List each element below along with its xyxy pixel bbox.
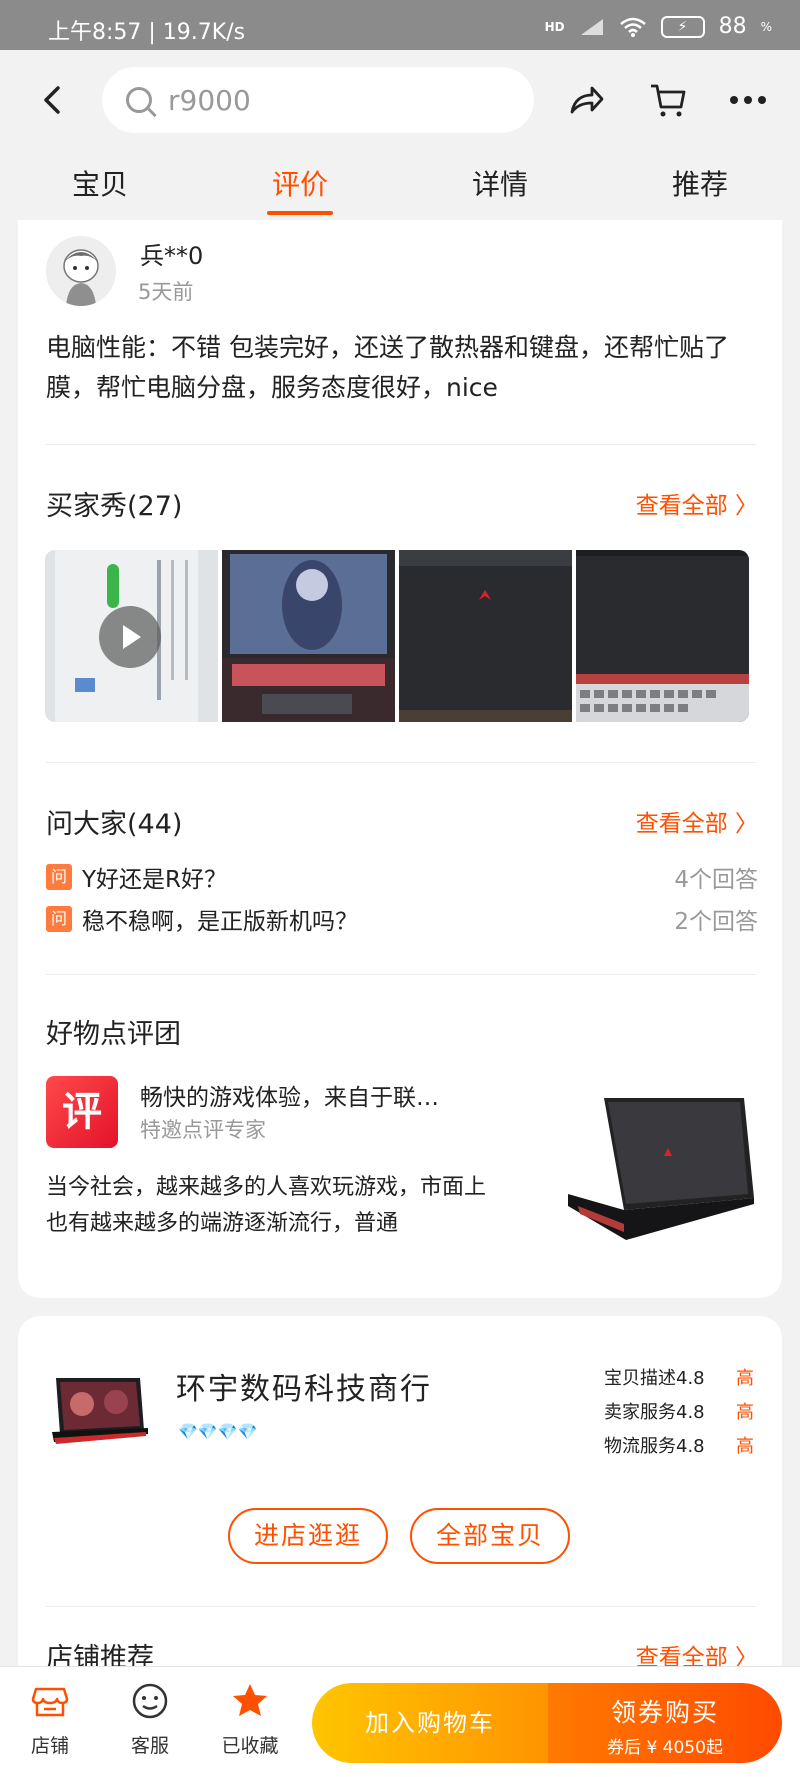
rating-label: 宝贝描述4.8 [604,1368,705,1389]
back-button[interactable] [40,80,70,120]
buyer-photo[interactable] [222,550,395,722]
buy-button-label: 领券购买 [610,1698,719,1727]
divider [46,762,756,763]
divider [46,1606,756,1607]
battery-icon: ⚡ [660,15,705,38]
rating-row: 宝贝描述4.8 高 [604,1362,754,1396]
buyer-photo[interactable] [399,550,572,722]
signal-icon [580,18,603,35]
tab-bar: 宝贝 评价 详情 推荐 [0,155,800,215]
store-button[interactable]: 店铺 [10,1681,90,1758]
rating-row: 卖家服务4.8 高 [604,1396,754,1430]
judges-title: 好物点评团 [46,1019,181,1050]
tab-reviews[interactable]: 评价 [200,155,400,215]
wifi-icon [619,17,646,37]
question-text: 稳不稳啊，是正版新机吗？ [82,909,358,935]
buy-button[interactable]: 领券购买 券后 ¥ 4050起 [548,1683,782,1763]
shop-logo[interactable] [48,1370,152,1450]
tab-details[interactable]: 详情 [400,155,600,215]
rating-level: 高 [736,1402,754,1423]
laptop-keyboard-photo [576,550,749,722]
star-icon [233,1684,267,1716]
status-indicators: HD ⚡ 88 % [545,14,772,39]
more-icon [730,96,766,104]
search-bar[interactable] [102,67,534,133]
review-time: 5天前 [138,280,194,304]
rating-row: 物流服务4.8 高 [604,1430,754,1464]
battery-level: 88 [718,14,747,39]
review-text[interactable]: 电脑性能：不错 包装完好，还送了散热器和键盘，还帮忙贴了膜，帮忙电脑分盘，服务态… [46,328,746,408]
service-label: 客服 [130,1735,169,1757]
rating-label: 物流服务4.8 [604,1436,705,1457]
laptop-screen-photo [222,550,395,722]
question-row[interactable]: 问 Y好还是R好？ 4个回答 [46,860,758,894]
buyer-show-see-all-link[interactable]: 查看全部 〉 [636,486,758,520]
status-bar: 上午8:57 | 19.7K/s HD ⚡ 88 % [0,0,800,50]
divider [46,974,756,975]
divider [46,444,756,445]
share-button[interactable] [566,80,606,120]
cart-button[interactable] [648,80,688,120]
reviews-card: 兵**0 5天前 电脑性能：不错 包装完好，还送了散热器和键盘，还帮忙贴了膜，帮… [18,220,782,1298]
avatar-icon [46,236,116,306]
search-input[interactable] [168,83,488,117]
cart-icon [651,84,686,117]
store-icon [31,1687,69,1717]
rating-label: 卖家服务4.8 [604,1402,705,1423]
share-icon [570,86,604,114]
rating-level: 高 [736,1368,754,1389]
shop-ratings: 宝贝描述4.8 高 卖家服务4.8 高 物流服务4.8 高 [604,1362,754,1464]
question-badge-icon: 问 [46,864,72,890]
rating-level: 高 [736,1436,754,1457]
search-icon [126,87,152,113]
tab-recommend[interactable]: 推荐 [600,155,800,215]
ask-title: 问大家(44) [46,809,183,840]
buyer-photo[interactable] [576,550,749,722]
answer-count: 4个回答 [674,867,758,893]
shop-name[interactable]: 环宇数码科技商行 [176,1364,432,1408]
hd-signal-icon: HD [544,19,565,34]
buyer-photos [45,550,749,722]
ask-see-all-link[interactable]: 查看全部 〉 [636,804,758,838]
judge-headline[interactable]: 畅快的游戏体验，来自于联… [140,1078,439,1112]
laptop-product-image[interactable] [568,1090,754,1250]
judge-text[interactable]: 当今社会，越来越多的人喜欢玩游戏，市面上也有越来越多的端游逐渐流行，普通 [46,1170,486,1242]
answer-count: 2个回答 [674,909,758,935]
avatar [46,236,116,306]
add-to-cart-button[interactable]: 加入购物车 [312,1683,548,1763]
buyer-photo-video[interactable] [45,550,218,722]
customer-service-button[interactable]: 客服 [110,1681,190,1758]
status-time: 上午8:57 | 19.7K/s [48,20,246,45]
laptop-lid-photo [399,550,572,722]
tab-item[interactable]: 宝贝 [0,155,200,215]
chat-face-icon [132,1683,168,1719]
back-arrow-icon [44,86,60,114]
reviewer-name: 兵**0 [140,242,204,270]
buy-button-price: 券后 ¥ 4050起 [607,1738,723,1758]
all-items-button[interactable]: 全部宝贝 [410,1508,570,1564]
buyer-show-title: 买家秀(27) [46,491,183,522]
enter-shop-button[interactable]: 进店逛逛 [228,1508,388,1564]
battery-unit: % [760,19,772,34]
judge-subtitle: 特邀点评专家 [140,1118,266,1142]
review-team-logo: 评 [46,1076,118,1148]
play-icon[interactable] [99,606,161,668]
shop-level-diamonds: 💎💎💎💎 [178,1422,258,1441]
more-button[interactable] [728,80,768,120]
question-badge-icon: 问 [46,906,72,932]
store-label: 店铺 [30,1735,69,1757]
favorite-label: 已收藏 [221,1735,279,1757]
question-row[interactable]: 问 稳不稳啊，是正版新机吗？ 2个回答 [46,902,758,936]
favorite-button[interactable]: 已收藏 [210,1681,290,1758]
question-text: Y好还是R好？ [82,867,228,893]
bottom-action-bar: 店铺 客服 已收藏 加入购物车 领券购买 券后 ¥ 4050起 [0,1666,800,1777]
header: 宝贝 评价 详情 推荐 [0,50,800,220]
